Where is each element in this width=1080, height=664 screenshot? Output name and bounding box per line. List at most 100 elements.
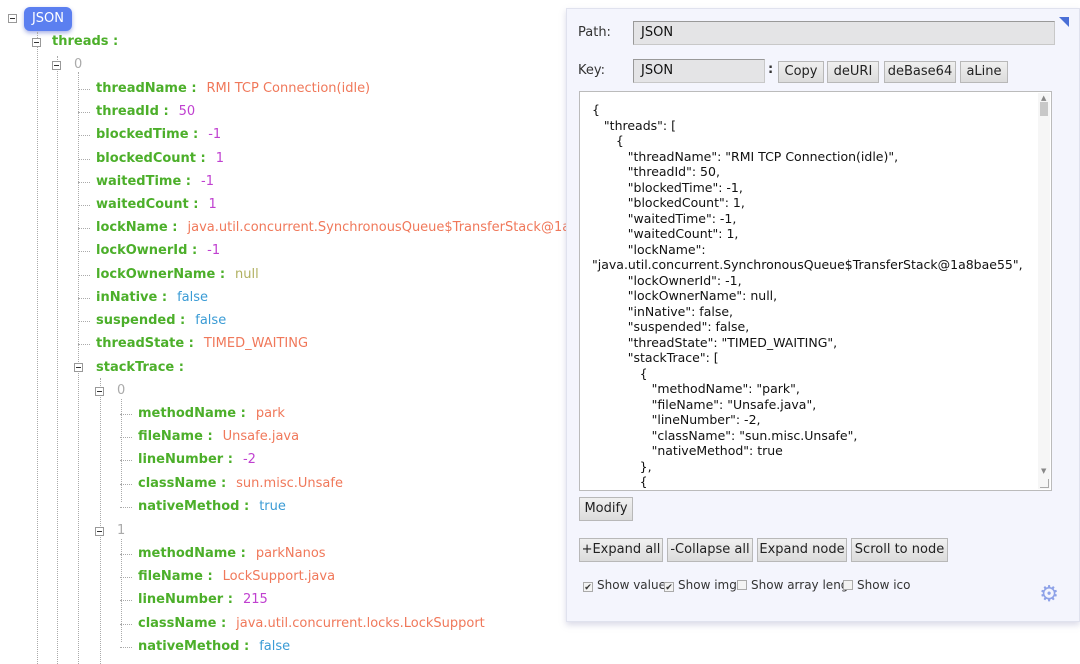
collapse-root-toggle[interactable]: [8, 14, 17, 23]
collapse-thread-0-toggle[interactable]: [52, 61, 61, 70]
field-value: -1: [207, 243, 221, 259]
field-key: className :: [138, 615, 227, 631]
thread-field-row[interactable]: inNative : false: [96, 288, 208, 308]
frame-field-row[interactable]: nativeMethod : true: [138, 497, 286, 517]
scroll-to-node-button[interactable]: Scroll to node: [851, 538, 948, 562]
field-value: java.util.concurrent.locks.LockSupport: [236, 615, 485, 631]
thread-field-row[interactable]: suspended : false: [96, 311, 226, 331]
path-field[interactable]: JSON: [633, 21, 1055, 45]
tree-line: [78, 158, 90, 160]
deuri-button[interactable]: deURI: [827, 61, 879, 83]
json-text[interactable]: { "threads": [ { "threadName": "RMI TCP …: [592, 102, 1023, 490]
thread-field-row[interactable]: threadId : 50: [96, 102, 195, 122]
collapse-threads-toggle[interactable]: [32, 38, 41, 47]
resize-grip-icon[interactable]: [1040, 479, 1049, 488]
tree-line: [78, 89, 90, 90]
thread-field-row[interactable]: lockName : java.util.concurrent.Synchrono…: [96, 218, 619, 238]
field-value: true: [259, 498, 286, 514]
frame-field-row[interactable]: lineNumber : -2: [138, 450, 256, 470]
tree-line: [78, 205, 90, 206]
field-key: threadName :: [96, 81, 197, 96]
scroll-up-icon[interactable]: ▲: [1041, 94, 1046, 102]
frame-index[interactable]: 0: [117, 381, 125, 401]
field-key: methodName :: [138, 546, 246, 561]
field-value: java.util.concurrent.SynchronousQueue$Tr…: [187, 220, 620, 236]
frame-field-row[interactable]: methodName : parkNanos: [138, 544, 326, 564]
collapse-frame-toggle[interactable]: [95, 527, 104, 536]
checkbox-icon[interactable]: [737, 580, 747, 590]
tree-line: [120, 623, 132, 625]
frame-index[interactable]: 1: [117, 521, 125, 541]
thread-field-row[interactable]: lockOwnerId : -1: [96, 241, 220, 261]
json-textarea[interactable]: { "threads": [ { "threadName": "RMI TCP …: [579, 91, 1052, 491]
field-value: TIMED_WAITING: [203, 336, 309, 352]
collapse-stacktrace-toggle[interactable]: [74, 363, 83, 372]
show-array-length-checkbox[interactable]: Show array leng: [737, 578, 848, 592]
detail-panel: Path: JSON Key: JSON : Copy deURI deBase…: [566, 8, 1080, 622]
field-value: Unsafe.java: [222, 429, 300, 445]
field-value: LockSupport.java: [222, 569, 336, 585]
debase64-button[interactable]: deBase64: [884, 61, 956, 83]
field-key: nativeMethod :: [138, 498, 250, 514]
tree-line: [37, 32, 38, 664]
tree-line: [120, 460, 132, 462]
field-key: lockOwnerId :: [96, 243, 198, 259]
checkbox-icon[interactable]: [843, 580, 853, 590]
checkbox-icon[interactable]: ✔: [583, 582, 593, 593]
field-key: inNative :: [96, 289, 168, 305]
frame-field-row[interactable]: className : sun.misc.Unsafe: [138, 474, 343, 494]
expand-all-button[interactable]: +Expand all: [579, 538, 663, 562]
tree-line: [120, 483, 132, 485]
frame-field-row[interactable]: fileName : LockSupport.java: [138, 567, 335, 587]
scroll-down-icon[interactable]: ▼: [1041, 467, 1046, 475]
threads-key[interactable]: threads :: [52, 32, 118, 52]
tree-line: [120, 506, 132, 508]
show-ico-checkbox[interactable]: Show ico: [843, 578, 910, 592]
show-img-checkbox[interactable]: ✔ Show img: [664, 578, 737, 593]
thread-field-row[interactable]: waitedCount : 1: [96, 195, 217, 215]
thread-field-row[interactable]: threadState : TIMED_WAITING: [96, 334, 308, 354]
show-value-checkbox[interactable]: ✔ Show value: [583, 578, 666, 593]
aline-button[interactable]: aLine: [960, 61, 1008, 83]
field-value: -1: [208, 127, 222, 143]
settings-gear-icon[interactable]: ⚙: [1039, 582, 1059, 607]
thread-field-row[interactable]: blockedTime : -1: [96, 125, 221, 145]
thread-field-row[interactable]: threadName : RMI TCP Connection(idle): [96, 79, 370, 99]
panel-corner-toggle-icon[interactable]: [1059, 17, 1069, 27]
frame-field-row[interactable]: fileName : Unsafe.java: [138, 427, 299, 447]
field-key: lockName :: [96, 220, 178, 236]
key-field[interactable]: JSON: [633, 59, 765, 83]
field-key: threadState :: [96, 336, 194, 352]
modify-button[interactable]: Modify: [579, 497, 633, 521]
field-key: fileName :: [138, 429, 213, 445]
frame-field-row[interactable]: methodName : park: [138, 404, 285, 424]
thread-field-row[interactable]: lockOwnerName : null: [96, 265, 259, 285]
tree-line: [78, 228, 90, 230]
scrollbar-thumb[interactable]: [1040, 102, 1048, 116]
textarea-scrollbar[interactable]: ▲ ▼: [1038, 93, 1050, 489]
thread-field-row[interactable]: blockedCount : 1: [96, 149, 224, 169]
frame-field-row[interactable]: className : java.util.concurrent.locks.Lo…: [138, 614, 485, 634]
tree-line: [120, 437, 132, 439]
collapse-all-button[interactable]: -Collapse all: [667, 538, 753, 562]
thread-field-row[interactable]: waitedTime : -1: [96, 172, 214, 192]
field-key: fileName :: [138, 569, 213, 585]
field-key: methodName :: [138, 406, 246, 421]
copy-button[interactable]: Copy: [778, 61, 824, 83]
field-value: 1: [215, 150, 225, 166]
tree-line: [120, 577, 132, 579]
collapse-frame-toggle[interactable]: [95, 387, 104, 396]
expand-node-button[interactable]: Expand node: [757, 538, 847, 562]
stacktrace-key[interactable]: stackTrace :: [96, 358, 184, 378]
field-value: park: [255, 406, 285, 421]
frame-field-row[interactable]: nativeMethod : false: [138, 637, 290, 657]
field-value: -2: [242, 452, 256, 468]
key-label: Key:: [578, 63, 606, 78]
tree-line: [120, 600, 132, 602]
field-value: RMI TCP Connection(idle): [206, 81, 371, 96]
frame-field-row[interactable]: lineNumber : 215: [138, 590, 268, 610]
checkbox-icon[interactable]: ✔: [664, 582, 674, 593]
tree-line: [78, 251, 90, 253]
field-key: waitedCount :: [96, 197, 199, 212]
root-node[interactable]: JSON: [24, 7, 72, 31]
